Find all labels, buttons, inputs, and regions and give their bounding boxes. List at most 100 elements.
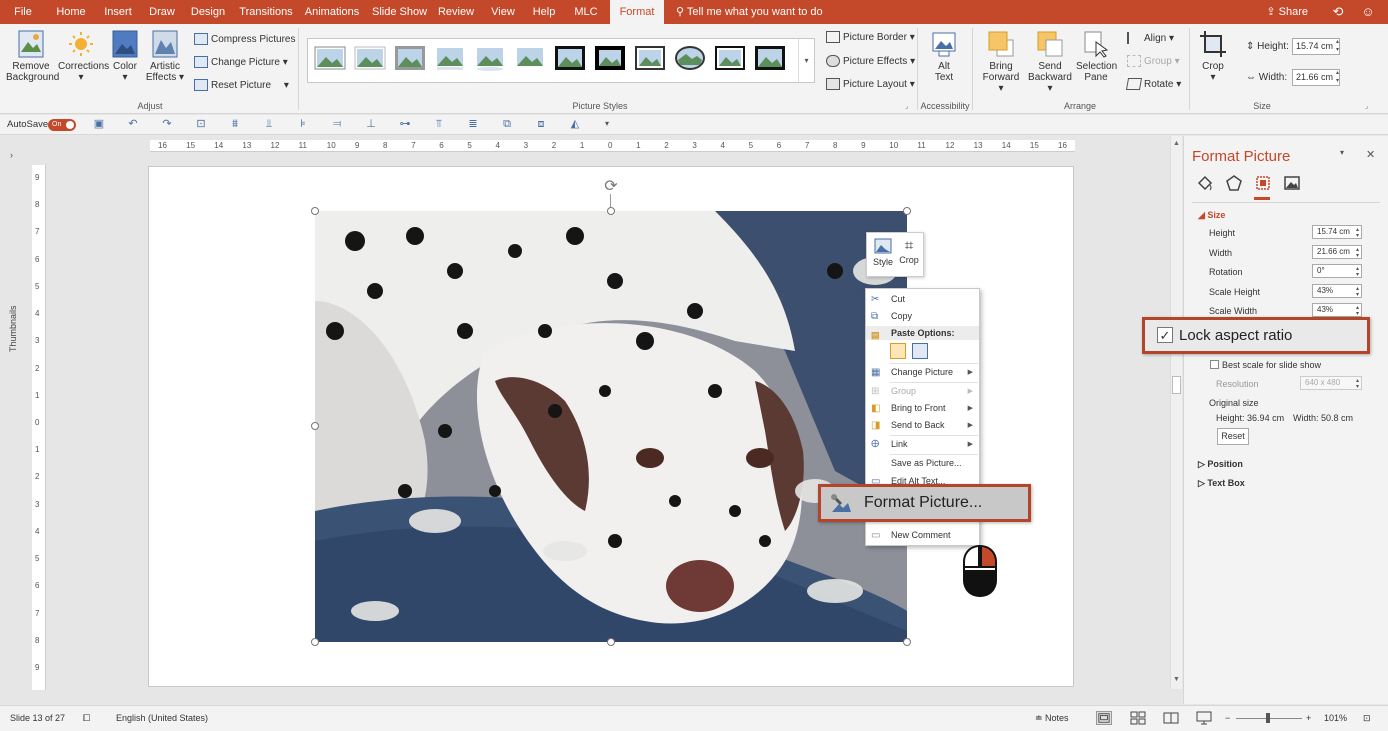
tab-file[interactable]: File [8, 0, 38, 24]
rotate-button[interactable]: Rotate ▾ [1125, 78, 1181, 92]
history-icon[interactable]: ⟲ [1330, 4, 1346, 20]
align-top-icon[interactable]: ⫪ [433, 118, 445, 130]
menu-item-cut[interactable]: ✂ Cut [866, 291, 979, 308]
gallery-more-icon[interactable]: ▾ [798, 39, 814, 82]
color-button[interactable]: Color ▾ [110, 30, 140, 83]
scroll-thumb[interactable] [1172, 376, 1181, 394]
menu-item-format-picture[interactable]: Format Picture... [818, 484, 1031, 522]
paste-picture-icon[interactable] [912, 343, 928, 359]
redo-icon[interactable]: ↷ [161, 118, 173, 130]
style-thumb-8[interactable] [594, 45, 626, 71]
paste-keep-source-icon[interactable] [890, 343, 906, 359]
vertical-scrollbar[interactable]: ▲ ▼ [1170, 136, 1182, 689]
rotate-handle-icon[interactable]: ⟳ [602, 178, 620, 196]
corrections-button[interactable]: Corrections ▾ [58, 30, 109, 83]
size-dialog-launcher-icon[interactable]: ⌟ [1365, 102, 1368, 110]
tell-me-search[interactable]: ⚲ Tell me what you want to do [676, 0, 823, 24]
style-button[interactable]: Style [870, 237, 896, 273]
menu-item-link[interactable]: 🜨 Link ▶ [866, 436, 979, 453]
style-thumb-1[interactable] [314, 45, 346, 71]
width-spinner[interactable]: ▴ ▾ [1336, 69, 1339, 85]
align-right-icon[interactable]: ⫤ [331, 118, 343, 130]
tab-format[interactable]: Format [610, 0, 664, 24]
height-spinner[interactable]: ▴ ▾ [1336, 38, 1339, 54]
tab-insert[interactable]: Insert [100, 0, 136, 24]
pane-rotation-input[interactable]: 0° [1312, 264, 1362, 278]
undo-icon[interactable]: ↶ [127, 118, 139, 130]
zoom-out-icon[interactable]: − [1225, 713, 1230, 723]
tab-help[interactable]: Help [529, 0, 559, 24]
menu-item-bring-to-front[interactable]: ◧ Bring to Front ▶ [866, 400, 979, 417]
fill-line-icon[interactable] [1196, 174, 1214, 192]
zoom-in-icon[interactable]: + [1306, 713, 1311, 723]
pane-close-icon[interactable]: ✕ [1366, 148, 1375, 161]
resize-handle-s[interactable] [607, 638, 615, 646]
expand-thumbnails-icon[interactable]: › [10, 150, 13, 160]
align-left-icon[interactable]: ⊧ [297, 118, 309, 130]
crop-button[interactable]: Crop ▾ [1196, 30, 1230, 83]
distribute-icon[interactable]: ⩩ [229, 118, 241, 130]
resize-handle-n[interactable] [607, 207, 615, 215]
slide-sorter-view-icon[interactable] [1130, 711, 1146, 725]
style-thumb-10[interactable] [674, 45, 706, 71]
height-input[interactable]: 15.74 cm [1292, 38, 1340, 55]
distribute-vertical-icon[interactable]: ≣ [467, 118, 479, 130]
group-button[interactable]: Group ▾ [1127, 55, 1180, 69]
change-picture-button[interactable]: Change Picture ▾ [194, 56, 288, 70]
size-section-header[interactable]: ◢ Size [1198, 210, 1225, 221]
pane-options-chevron-icon[interactable]: ▾ [1340, 148, 1344, 157]
dalmatian-photo[interactable] [315, 211, 907, 642]
text-box-section-header[interactable]: ▷ Text Box [1198, 478, 1245, 489]
slideshow-view-icon[interactable] [1196, 711, 1212, 725]
resize-handle-nw[interactable] [311, 207, 319, 215]
align-button[interactable]: Align ▾ [1127, 32, 1174, 46]
tab-slide-show[interactable]: Slide Show [372, 0, 427, 24]
send-backward-button[interactable]: Send Backward ▾ [1027, 30, 1073, 94]
menu-item-new-comment[interactable]: ▭ New Comment [866, 527, 979, 544]
scroll-down-icon[interactable]: ▼ [1173, 676, 1180, 683]
tab-review[interactable]: Review [436, 0, 476, 24]
thumbnail-strip[interactable]: › Thumbnails [0, 136, 30, 704]
menu-item-change-picture[interactable]: ▦ Change Picture ▶ [866, 364, 979, 381]
menu-item-save-as-picture[interactable]: Save as Picture... [866, 455, 979, 472]
picture-effects-button[interactable]: Picture Effects ▾ [826, 55, 915, 69]
effects-pentagon-icon[interactable] [1225, 174, 1243, 192]
picture-icon[interactable] [1283, 174, 1301, 192]
notes-button[interactable]: ≐ Notes [1035, 713, 1069, 724]
pane-height-input[interactable]: 15.74 cm [1312, 225, 1362, 239]
style-thumb-6[interactable] [514, 45, 546, 71]
size-properties-icon[interactable] [1254, 174, 1272, 192]
crop-mini-button[interactable]: ⌗ Crop [896, 237, 922, 273]
artistic-effects-button[interactable]: Artistic Effects ▾ [145, 30, 185, 83]
tab-draw[interactable]: Draw [145, 0, 179, 24]
group-objects-icon[interactable]: ⧉ [501, 118, 513, 130]
tab-design[interactable]: Design [188, 0, 228, 24]
tab-transitions[interactable]: Transitions [238, 0, 294, 24]
smiley-icon[interactable]: ☺ [1360, 4, 1376, 20]
spelling-check-icon[interactable]: ⧠ [83, 713, 90, 724]
menu-item-group[interactable]: ⊞ Group ▶ [866, 383, 979, 400]
pane-scale-height-input[interactable]: 43% [1312, 284, 1362, 298]
remove-background-button[interactable]: Remove Background [6, 30, 59, 83]
style-thumb-9[interactable] [634, 45, 666, 71]
resize-handle-ne[interactable] [903, 207, 911, 215]
menu-item-copy[interactable]: ⧉ Copy [866, 308, 979, 325]
picture-layout-button[interactable]: Picture Layout ▾ [826, 78, 915, 92]
tab-view[interactable]: View [486, 0, 520, 24]
style-thumb-11[interactable] [714, 45, 746, 71]
menu-item-send-to-back[interactable]: ◨ Send to Back ▶ [866, 417, 979, 434]
bring-forward-button[interactable]: Bring Forward ▾ [980, 30, 1022, 94]
autosave-toggle[interactable]: On [48, 119, 76, 131]
style-thumb-7[interactable] [554, 45, 586, 71]
resize-handle-se[interactable] [903, 638, 911, 646]
share-button[interactable]: ⇪ Share [1266, 0, 1308, 24]
style-thumb-3[interactable] [394, 45, 426, 71]
customize-qat-icon[interactable]: ▾ [601, 118, 613, 130]
resize-handle-sw[interactable] [311, 638, 319, 646]
normal-view-icon[interactable] [1096, 711, 1112, 725]
style-thumb-5[interactable] [474, 45, 506, 71]
dialog-launcher-icon[interactable]: ⌟ [905, 102, 908, 110]
language-indicator[interactable]: English (United States) [116, 713, 208, 723]
pane-width-input[interactable]: 21.66 cm [1312, 245, 1362, 259]
tab-animations[interactable]: Animations [303, 0, 361, 24]
